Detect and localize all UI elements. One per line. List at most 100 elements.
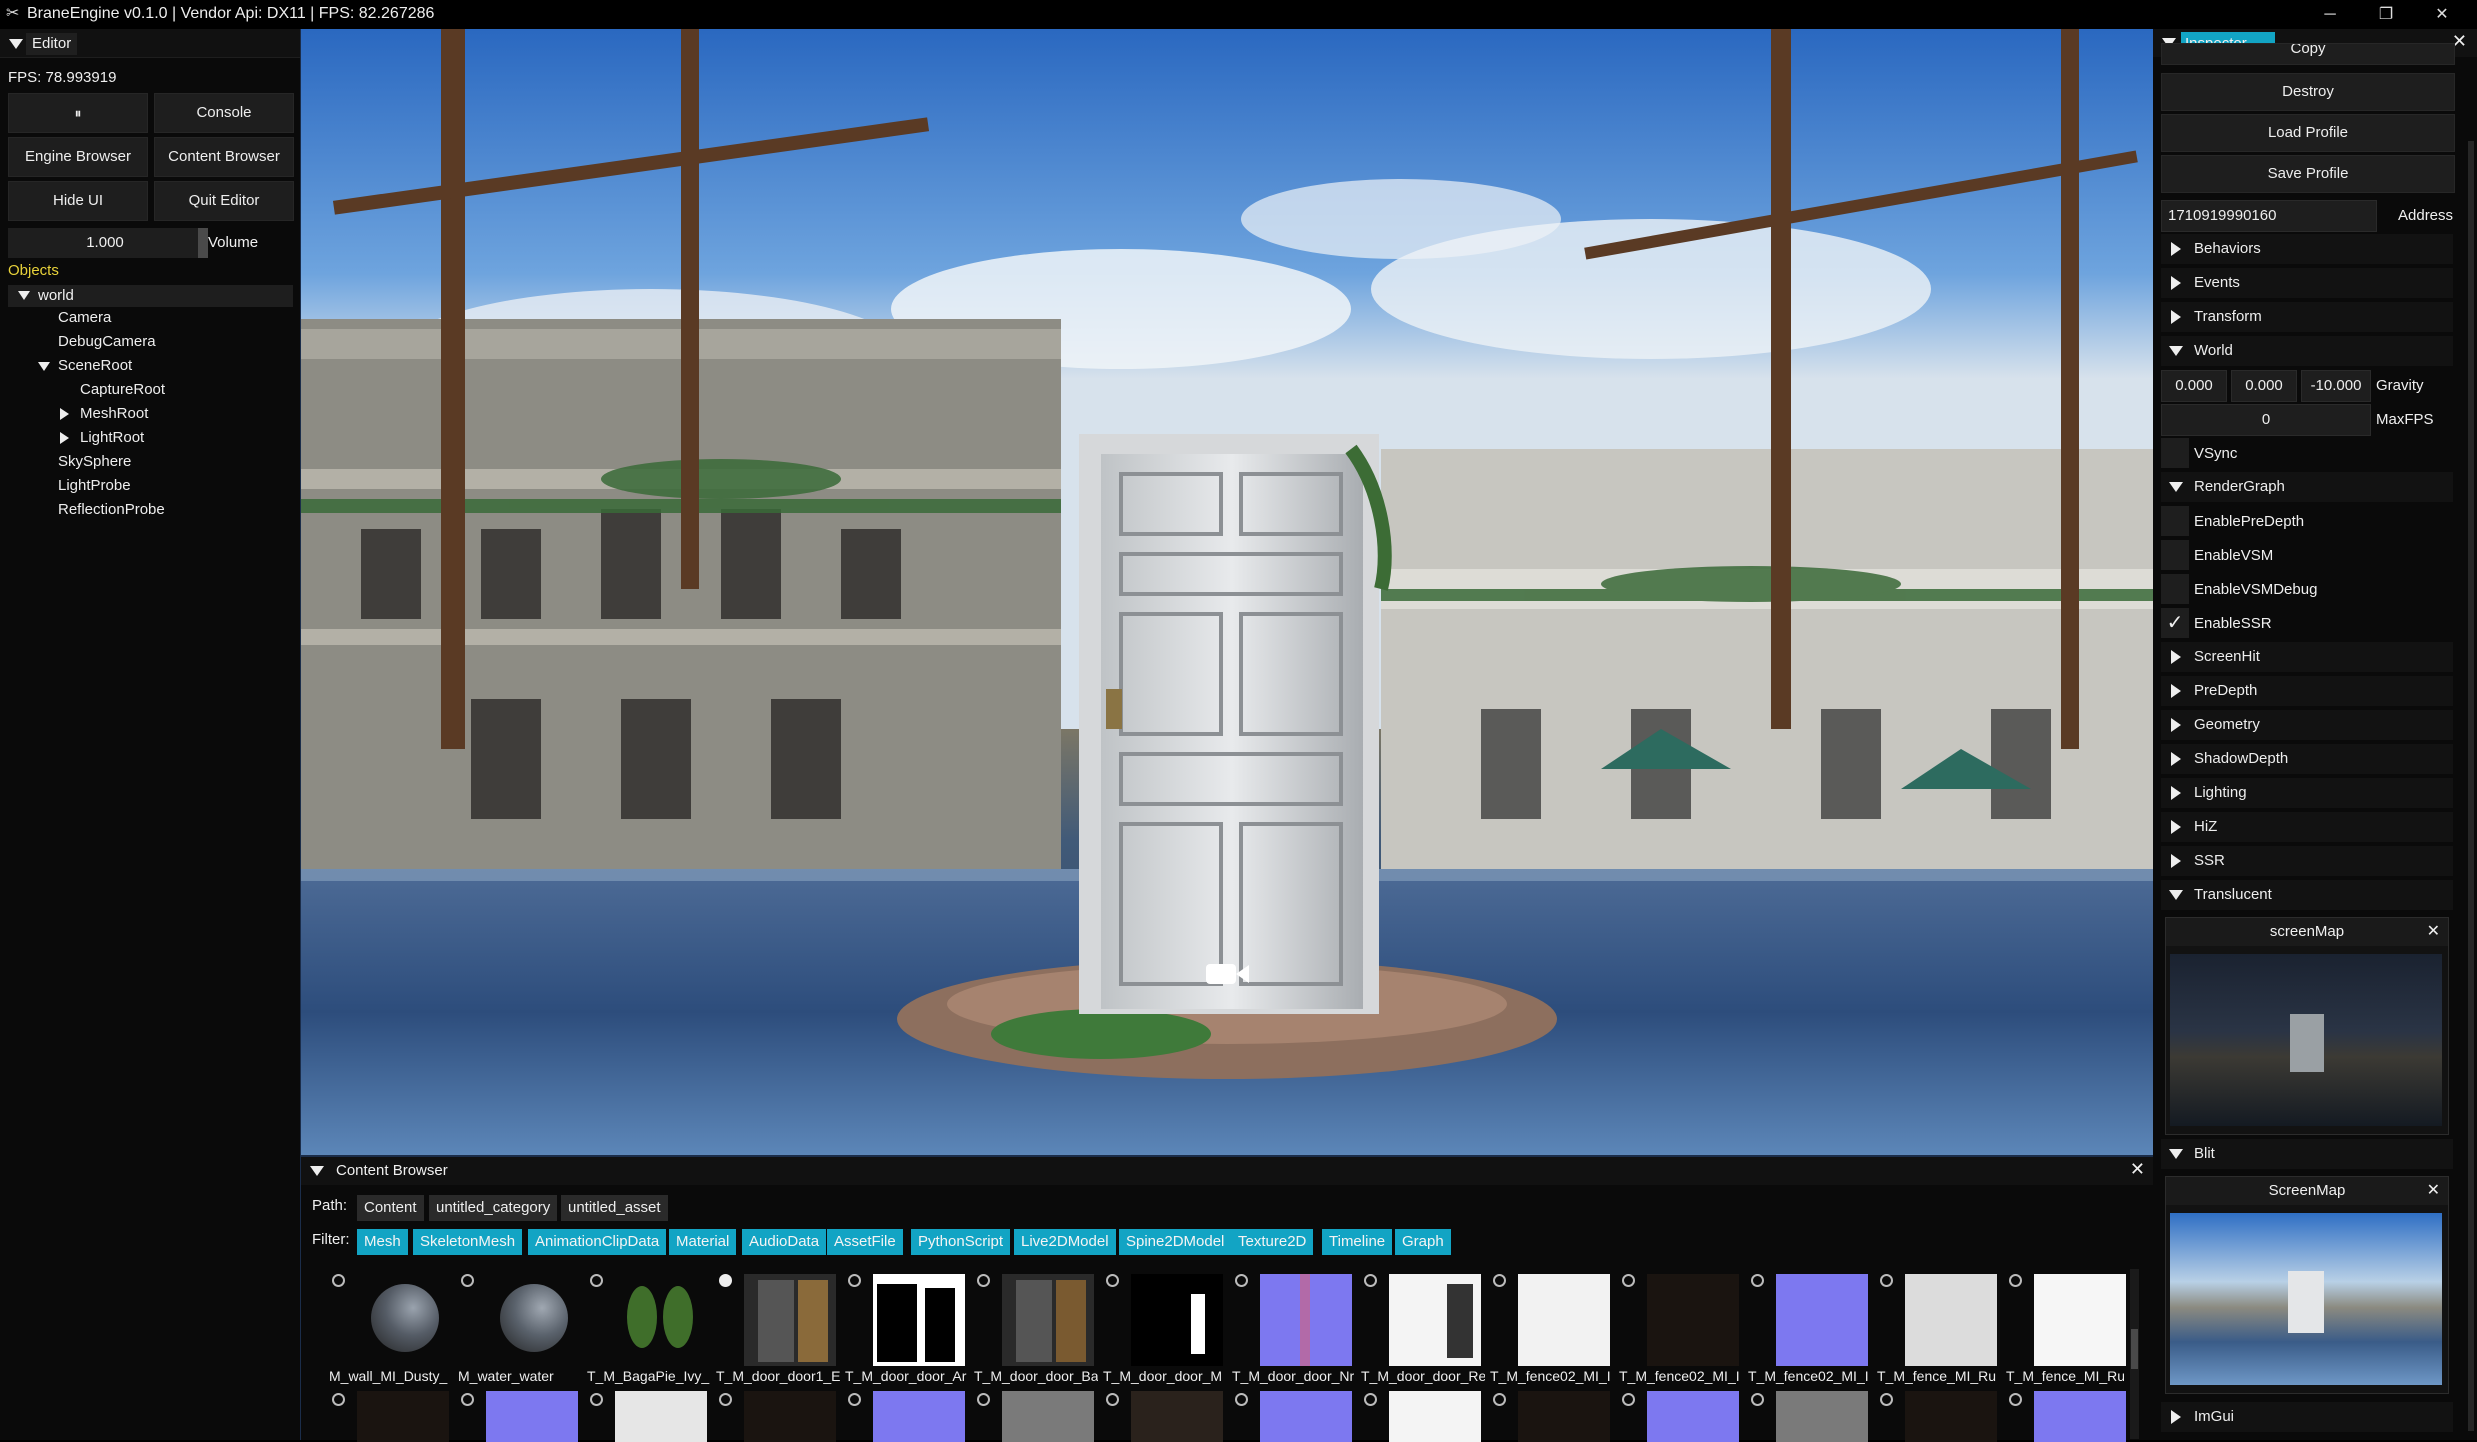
tree-item-reflectionprobe[interactable]: ReflectionProbe [58,501,165,518]
asset-thumbnail[interactable] [1131,1391,1223,1442]
asset-thumbnail[interactable] [1518,1391,1610,1442]
section-translucent[interactable]: Translucent [2161,880,2453,910]
destroy-button[interactable]: Destroy [2161,73,2455,111]
inspector-scrollbar[interactable] [2468,141,2474,1431]
path-segment[interactable]: untitled_category [429,1195,558,1221]
close-screenmap-icon[interactable]: ✕ [2427,1177,2440,1205]
section-rendergraph[interactable]: RenderGraph [2161,472,2453,502]
section-screenhit[interactable]: ScreenHit [2161,642,2453,672]
vsync-checkbox[interactable] [2161,438,2189,468]
section-hiz[interactable]: HiZ [2161,812,2453,842]
path-segment[interactable]: untitled_asset [561,1195,668,1221]
hide-ui-button[interactable]: Hide UI [8,181,148,221]
select-radio[interactable] [848,1274,861,1287]
tree-item-debugcamera[interactable]: DebugCamera [58,333,156,350]
select-radio[interactable] [332,1393,345,1406]
scene-viewport[interactable] [301,29,2153,1155]
path-segment[interactable]: Content [357,1195,424,1221]
section-ssr[interactable]: SSR [2161,846,2453,876]
collapsed-arrow-icon[interactable] [60,408,69,420]
tab-content-browser[interactable]: Content Browser [336,1162,448,1179]
gravity-z-field[interactable]: -10.000 [2301,370,2371,402]
pause-button[interactable]: ⏸ [8,93,148,133]
select-radio[interactable] [461,1274,474,1287]
filter-assetfile[interactable]: AssetFile [827,1229,903,1255]
asset-thumbnail[interactable] [744,1391,836,1442]
collapse-icon[interactable] [9,39,23,49]
select-radio[interactable] [2009,1274,2022,1287]
asset-tile[interactable]: T_M_fence02_MI_I [1748,1272,1869,1384]
filter-timeline[interactable]: Timeline [1322,1229,1393,1255]
asset-thumbnail[interactable] [486,1391,578,1442]
select-radio[interactable] [1106,1274,1119,1287]
collapse-icon[interactable] [310,1166,324,1176]
section-shadowdepth[interactable]: ShadowDepth [2161,744,2453,774]
enable-predepth-checkbox[interactable] [2161,506,2189,536]
content-browser-button[interactable]: Content Browser [154,137,294,177]
close-screenmap-icon[interactable]: ✕ [2427,918,2440,946]
tree-item-lightprobe[interactable]: LightProbe [58,477,131,494]
select-radio[interactable] [1235,1393,1248,1406]
section-behaviors[interactable]: Behaviors [2161,234,2453,264]
asset-thumbnail[interactable] [615,1391,707,1442]
section-predepth[interactable]: PreDepth [2161,676,2453,706]
address-field[interactable]: 1710919990160 [2161,200,2377,232]
tab-editor[interactable]: Editor [26,33,78,55]
asset-thumbnail[interactable] [1776,1391,1868,1442]
load-profile-button[interactable]: Load Profile [2161,114,2455,152]
restore-button[interactable]: ❐ [2358,0,2414,29]
asset-tile[interactable]: T_M_door_door_Re [1361,1272,1485,1384]
select-radio[interactable] [719,1274,732,1287]
asset-tile[interactable]: T_M_fence02_MI_I [1490,1272,1611,1384]
select-radio[interactable] [1364,1274,1377,1287]
select-radio[interactable] [719,1393,732,1406]
filter-skeletonmesh[interactable]: SkeletonMesh [413,1229,523,1255]
filter-pythonscript[interactable]: PythonScript [911,1229,1011,1255]
expand-icon[interactable] [38,362,50,371]
asset-thumbnail[interactable] [1389,1391,1481,1442]
enable-ssr-checkbox[interactable]: ✓ [2161,608,2189,638]
asset-tile[interactable]: T_M_door_door_M [1103,1272,1223,1384]
content-scrollbar-thumb[interactable] [2131,1329,2138,1369]
asset-tile[interactable]: T_M_door_door1_E [716,1272,840,1384]
select-radio[interactable] [1235,1274,1248,1287]
select-radio[interactable] [1106,1393,1119,1406]
filter-mesh[interactable]: Mesh [357,1229,408,1255]
asset-tile[interactable]: T_M_BagaPie_Ivy_ [587,1272,709,1384]
content-scrollbar-track[interactable] [2130,1269,2139,1439]
select-radio[interactable] [1622,1393,1635,1406]
select-radio[interactable] [1493,1274,1506,1287]
asset-thumbnail[interactable] [1002,1391,1094,1442]
asset-thumbnail[interactable] [1905,1391,1997,1442]
volume-slider-handle[interactable] [198,228,208,258]
gravity-x-field[interactable]: 0.000 [2161,370,2227,402]
select-radio[interactable] [848,1393,861,1406]
section-imgui[interactable]: ImGui [2161,1402,2453,1432]
volume-slider[interactable]: 1.000 [8,228,208,258]
asset-thumbnail[interactable] [1260,1391,1352,1442]
select-radio[interactable] [1751,1274,1764,1287]
asset-tile[interactable]: M_wall_MI_Dusty_ [329,1272,447,1384]
filter-animationclipdata[interactable]: AnimationClipData [528,1229,667,1255]
select-radio[interactable] [590,1393,603,1406]
select-radio[interactable] [1880,1393,1893,1406]
quit-editor-button[interactable]: Quit Editor [154,181,294,221]
section-geometry[interactable]: Geometry [2161,710,2453,740]
enable-vsm-checkbox[interactable] [2161,540,2189,570]
section-blit[interactable]: Blit [2161,1139,2453,1169]
minimize-button[interactable]: ─ [2302,0,2358,29]
asset-tile[interactable]: T_M_fence_MI_Ru [1877,1272,1997,1384]
close-content-browser-icon[interactable]: ✕ [2130,1159,2145,1180]
section-transform[interactable]: Transform [2161,302,2453,332]
select-radio[interactable] [2009,1393,2022,1406]
asset-tile[interactable]: M_water_water [458,1272,576,1384]
tree-item-world[interactable]: world [8,285,293,307]
select-radio[interactable] [1364,1393,1377,1406]
enable-vsm-debug-checkbox[interactable] [2161,574,2189,604]
filter-live2dmodel[interactable]: Live2DModel [1014,1229,1116,1255]
filter-graph[interactable]: Graph [1395,1229,1451,1255]
select-radio[interactable] [977,1274,990,1287]
gravity-y-field[interactable]: 0.000 [2231,370,2297,402]
select-radio[interactable] [1493,1393,1506,1406]
expand-icon[interactable] [18,291,30,300]
